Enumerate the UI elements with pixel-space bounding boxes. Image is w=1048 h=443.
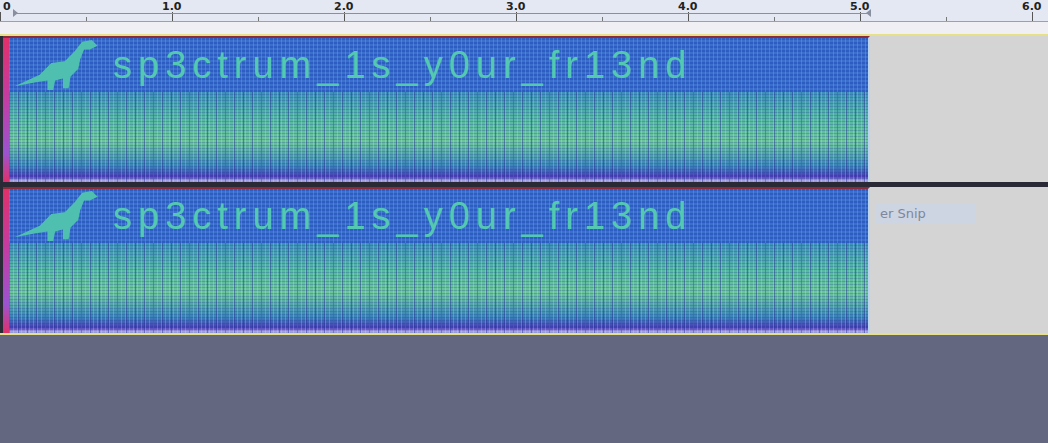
frequency-noise [9, 92, 868, 182]
hidden-message-band: sp3ctrum_1s_y0ur_fr13nd [9, 189, 868, 243]
spectrogram-clip[interactable]: sp3ctrum_1s_y0ur_fr13nd [3, 187, 870, 333]
empty-track-area [870, 36, 1048, 182]
tick-label: 1.0 [162, 0, 182, 13]
spectrogram: sp3ctrum_1s_y0ur_fr13nd [9, 189, 868, 333]
ruler-segment: 0 [0, 0, 172, 21]
tick-label: 4.0 [678, 0, 698, 13]
ruler-segment: 3.0 [516, 0, 688, 21]
region-end-icon[interactable] [866, 9, 871, 17]
ruler-segment: 4.0 [688, 0, 860, 21]
spectrogram-text: sp3ctrum_1s_y0ur_fr13nd [113, 44, 692, 87]
tick-label: 2.0 [334, 0, 354, 13]
minor-tick [602, 17, 603, 21]
minor-tick [258, 17, 259, 21]
minor-tick [774, 17, 775, 21]
empty-track-area: er Snip [870, 187, 1048, 333]
major-tick [0, 12, 1, 21]
tick-label: 0 [3, 0, 11, 13]
audio-editor: 01.02.03.04.05.06.0sp3ctrum_1s_y0ur_fr13… [0, 0, 1048, 443]
ruler-segment: 1.0 [172, 0, 344, 21]
timeline-ruler[interactable]: 01.02.03.04.05.06.0 [0, 0, 1048, 22]
spectrogram-text: sp3ctrum_1s_y0ur_fr13nd [113, 195, 692, 238]
play-region[interactable] [14, 13, 870, 14]
minor-tick [946, 17, 947, 21]
ruler-segment: 2.0 [344, 0, 516, 21]
ruler-gap [0, 22, 1048, 36]
major-tick [1032, 12, 1033, 21]
dinosaur-icon [9, 38, 109, 92]
region-start-icon[interactable] [13, 9, 18, 17]
dinosaur-icon [9, 189, 109, 243]
minor-tick [430, 17, 431, 21]
ghost-tooltip: er Snip [876, 204, 976, 223]
channel-row: sp3ctrum_1s_y0ur_fr13nd [0, 36, 1048, 182]
ruler-segment: 6.0 [1032, 0, 1048, 21]
spectrogram: sp3ctrum_1s_y0ur_fr13nd [9, 38, 868, 182]
ruler-segment: 5.0 [860, 0, 1032, 21]
audio-track[interactable]: sp3ctrum_1s_y0ur_fr13ndsp3ctrum_1s_y0ur_… [0, 36, 1048, 335]
channel-row: sp3ctrum_1s_y0ur_fr13nd er Snip [0, 187, 1048, 333]
minor-tick [86, 17, 87, 21]
empty-project-area [0, 335, 1048, 443]
hidden-message-band: sp3ctrum_1s_y0ur_fr13nd [9, 38, 868, 92]
frequency-noise [9, 243, 868, 333]
tick-label: 3.0 [506, 0, 526, 13]
tick-label: 6.0 [1022, 0, 1042, 13]
spectrogram-clip[interactable]: sp3ctrum_1s_y0ur_fr13nd [3, 36, 870, 182]
